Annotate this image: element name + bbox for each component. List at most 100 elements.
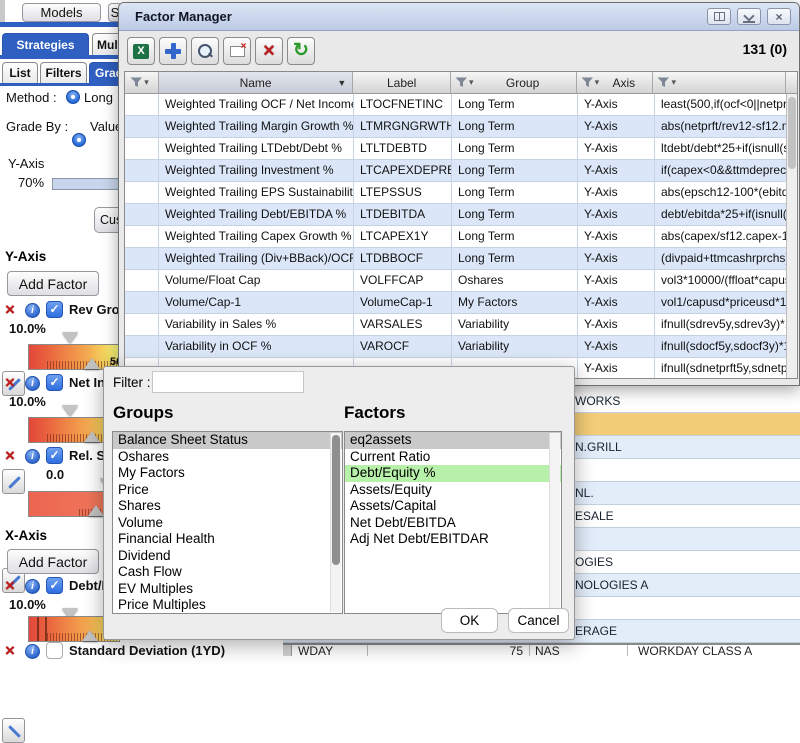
factor-checkbox[interactable]: ✓	[46, 301, 63, 318]
table-row[interactable]: Weighted Trailing Investment %LTCAPEXDEP…	[125, 160, 797, 182]
gradient-marker-handle[interactable]	[62, 332, 78, 343]
gradient-marker-handle[interactable]	[84, 431, 100, 442]
info-icon[interactable]: i	[25, 303, 40, 318]
delete-factor-icon[interactable]: ×	[5, 376, 15, 390]
list-item[interactable]: Oshares	[113, 449, 342, 466]
list-item[interactable]: Assets/Equity	[345, 482, 561, 499]
tab-list[interactable]: List	[2, 62, 38, 83]
list-scrollbar[interactable]	[330, 433, 341, 612]
delete-button[interactable]: ×	[255, 37, 283, 65]
add-factor-button-yaxis[interactable]: Add Factor	[7, 271, 99, 296]
cancel-button[interactable]: Cancel	[508, 608, 569, 633]
list-item[interactable]: Shares	[113, 498, 342, 515]
export-excel-button[interactable]: X	[127, 37, 155, 65]
table-row[interactable]: Weighted Trailing LTDebt/Debt %LTLTDEBTD…	[125, 138, 797, 160]
info-icon[interactable]: i	[25, 579, 40, 594]
delete-factor-icon[interactable]: ×	[5, 303, 15, 317]
info-icon[interactable]: i	[25, 644, 40, 659]
list-item[interactable]: Financial Health	[113, 531, 342, 548]
groups-listbox: Balance Sheet Status Oshares My Factors …	[112, 431, 343, 614]
factor-weight: 10.0%	[9, 597, 46, 612]
list-scrollbar[interactable]	[549, 433, 560, 612]
table-scrollbar[interactable]	[786, 94, 797, 378]
close-button[interactable]: ×	[767, 8, 791, 25]
info-icon[interactable]: i	[25, 376, 40, 391]
list-item[interactable]: My Factors	[113, 465, 342, 482]
filter-label: Filter :	[113, 375, 151, 390]
method-radio-long[interactable]	[66, 90, 80, 104]
factor-checkbox[interactable]: ✓	[46, 577, 63, 594]
table-scrollbar[interactable]	[283, 643, 292, 656]
label-column-header[interactable]: Label	[353, 72, 451, 93]
list-item-selected[interactable]: Debt/Equity %	[345, 465, 561, 482]
filter-column-header[interactable]: ▾	[125, 72, 159, 93]
gradeby-radio-value[interactable]	[72, 133, 86, 147]
axis-slider-track[interactable]	[52, 178, 122, 190]
info-icon[interactable]: i	[25, 449, 40, 464]
scrollbar-header-stub	[786, 72, 797, 93]
add-factor-button-xaxis[interactable]: Add Factor	[7, 549, 99, 574]
list-item[interactable]: Net Debt/EBITDA	[345, 515, 561, 532]
gradient-marker-handle[interactable]	[82, 630, 98, 641]
ok-button[interactable]: OK	[441, 608, 498, 633]
table-row[interactable]: Weighted Trailing OCF / Net Income %LTOC…	[125, 94, 797, 116]
axis-column-header[interactable]: ▾ Axis	[577, 72, 654, 93]
delete-factor-icon[interactable]: ×	[5, 579, 15, 593]
list-item[interactable]: Adj Net Debt/EBITDAR	[345, 531, 561, 548]
formula-column-header[interactable]: ▾	[653, 72, 786, 93]
scrollbar-thumb[interactable]	[332, 435, 340, 565]
filter-input[interactable]	[152, 371, 304, 393]
edit-gradient-button[interactable]	[2, 469, 25, 494]
excel-icon: X	[133, 44, 149, 59]
factor-weight: 10.0%	[9, 394, 46, 409]
split-view-button[interactable]	[707, 8, 731, 25]
list-item[interactable]: Volume	[113, 515, 342, 532]
table-row[interactable]: Weighted Trailing EPS Sustainability %LT…	[125, 182, 797, 204]
list-item[interactable]: EV Multiples	[113, 581, 342, 598]
table-row[interactable]: Weighted Trailing (Div+BBack)/OCF %LTDBB…	[125, 248, 797, 270]
small-x-icon: ×	[241, 41, 247, 52]
name-column-header[interactable]: Name ▼	[159, 72, 353, 93]
minimize-button[interactable]	[737, 8, 761, 25]
inspect-button[interactable]	[191, 37, 219, 65]
filter-funnel-icon: ▾	[455, 77, 474, 88]
models-button[interactable]: Models	[22, 3, 101, 22]
filter-funnel-icon: ▾	[657, 77, 676, 88]
dialog-title: Factor Manager	[135, 9, 232, 24]
list-item[interactable]: Current Ratio	[345, 449, 561, 466]
add-factor-button[interactable]	[159, 37, 187, 65]
edit-gradient-button[interactable]	[2, 718, 25, 743]
table-row[interactable]: WDAY 75 NAS WORKDAY CLASS A	[292, 643, 800, 656]
table-row[interactable]: Volume/Cap-1VolumeCap-1My FactorsY-Axisv…	[125, 292, 797, 314]
clear-button[interactable]: ×	[223, 37, 251, 65]
table-row[interactable]: Weighted Trailing Margin Growth %LTMRGNG…	[125, 116, 797, 138]
table-row[interactable]: Variability in Sales %VARSALESVariabilit…	[125, 314, 797, 336]
list-item[interactable]: Cash Flow	[113, 564, 342, 581]
gradient-marker-handle[interactable]	[62, 405, 78, 416]
tab-underline-2	[0, 83, 122, 86]
list-item[interactable]: Assets/Capital	[345, 498, 561, 515]
tab-filters[interactable]: Filters	[40, 62, 87, 83]
tab-strategies[interactable]: Strategies	[2, 33, 89, 55]
gradient-marker-handle[interactable]	[88, 505, 104, 516]
factor-checkbox[interactable]: ✓	[46, 447, 63, 464]
list-item[interactable]: Dividend	[113, 548, 342, 565]
list-item[interactable]: eq2assets	[345, 432, 561, 449]
table-row[interactable]: Weighted Trailing Debt/EBITDA %LTDEBITDA…	[125, 204, 797, 226]
factor-checkbox[interactable]: ✓	[46, 374, 63, 391]
yaxis-heading: Y-Axis	[5, 249, 46, 264]
table-row[interactable]: Volume/Float CapVOLFFCAPOsharesY-Axisvol…	[125, 270, 797, 292]
group-column-header[interactable]: ▾ Group	[451, 72, 577, 93]
table-row[interactable]: Weighted Trailing Capex Growth %LTCAPEX1…	[125, 226, 797, 248]
plus-icon	[165, 43, 181, 59]
dialog-titlebar[interactable]: Factor Manager	[119, 3, 799, 31]
gradient-marker-handle[interactable]	[84, 358, 100, 369]
list-item[interactable]: Price Multiples	[113, 597, 342, 614]
list-item[interactable]: Price	[113, 482, 342, 499]
delete-factor-icon[interactable]: ×	[5, 449, 15, 463]
table-row[interactable]: Variability in OCF %VAROCFVariabilityY-A…	[125, 336, 797, 358]
refresh-button[interactable]: ↻	[287, 37, 315, 65]
scrollbar-thumb[interactable]	[788, 97, 796, 169]
list-item[interactable]: Balance Sheet Status	[113, 432, 342, 449]
factor-checkbox[interactable]	[46, 642, 63, 659]
